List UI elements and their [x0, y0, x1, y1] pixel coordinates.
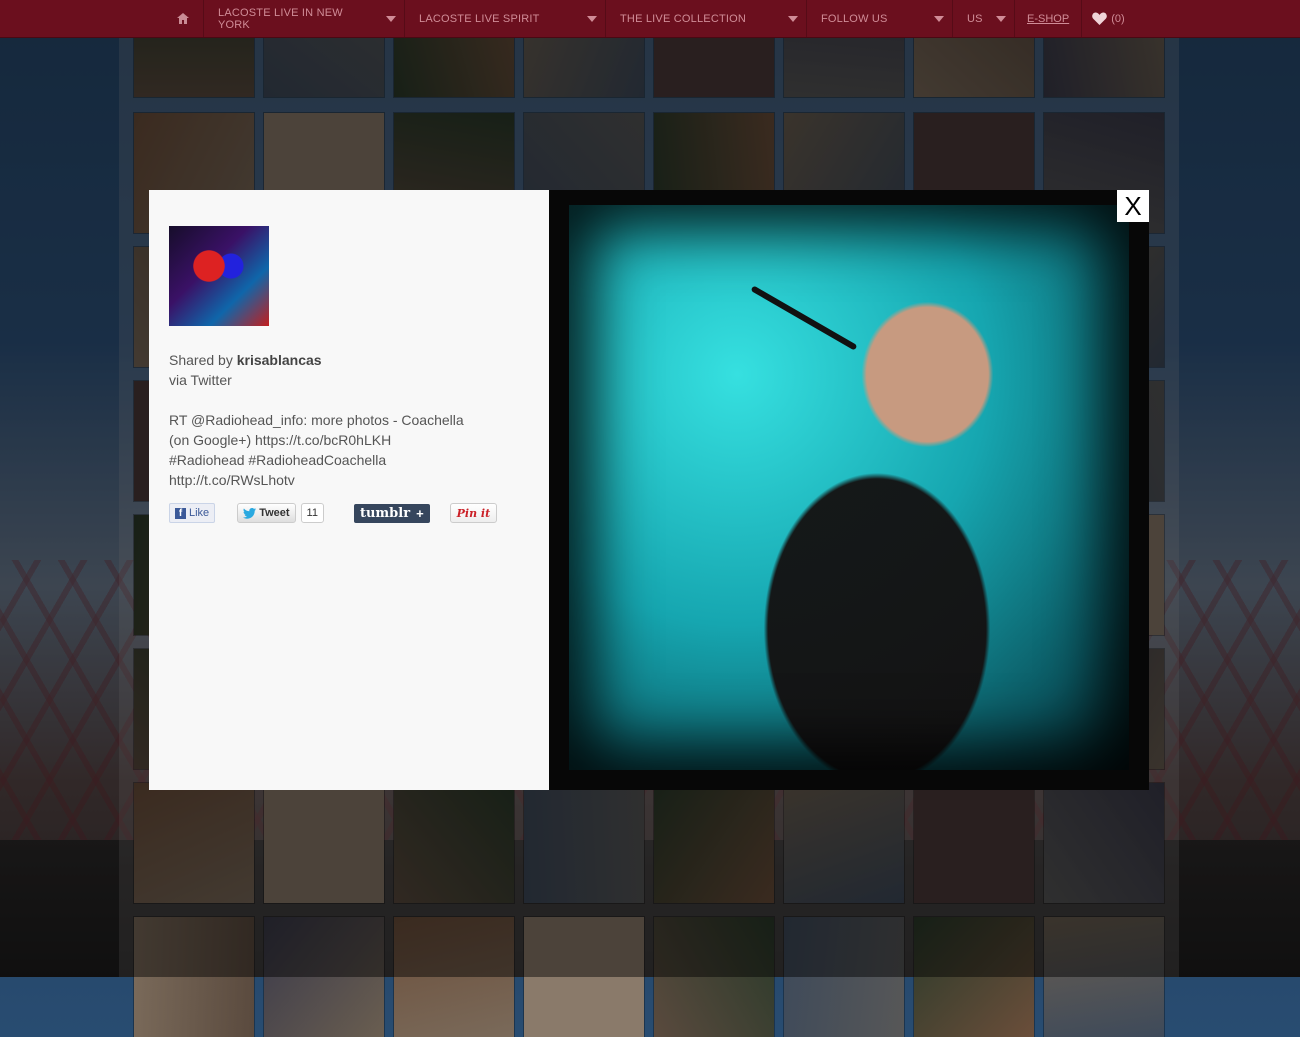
tweet-text: RT @Radiohead_info: more photos - Coache… [169, 410, 499, 490]
photo-modal: Shared by krisablancas via Twitter RT @R… [149, 190, 1149, 790]
shared-by: Shared by krisablancas [169, 350, 499, 370]
favorites-link[interactable]: (0) [1082, 12, 1125, 25]
nav-item-label: FOLLOW US [821, 12, 888, 25]
post-details: Shared by krisablancas via Twitter RT @R… [169, 350, 499, 490]
tweet-line: #Radiohead #RadioheadCoachella [169, 452, 387, 468]
nav-item-us[interactable]: US [953, 0, 1015, 37]
heart-icon [1092, 12, 1107, 25]
facebook-icon: f [175, 507, 186, 519]
share-buttons: f Like Tweet 11 tumblr + Pin it [169, 503, 498, 523]
chevron-down-icon [934, 15, 944, 22]
home-icon[interactable] [163, 0, 204, 37]
tweet-line[interactable]: http://t.co/RWsLhotv [169, 470, 499, 490]
tumblr-label: tumblr [359, 505, 411, 521]
tweet-label: Tweet [259, 507, 290, 519]
username-link[interactable]: krisablancas [237, 352, 322, 368]
chevron-down-icon [587, 15, 597, 22]
chevron-down-icon [788, 15, 798, 22]
nav-item-lacoste-live-spirit[interactable]: LACOSTE LIVE SPIRIT [405, 0, 606, 37]
pinterest-pin-button[interactable]: Pin it [449, 503, 498, 523]
photo-panel [549, 190, 1149, 790]
microphone-shape [750, 285, 858, 351]
nav-item-lacoste-live-new-york[interactable]: LACOSTE LIVE IN NEW YORK [204, 0, 405, 37]
twitter-bird-icon [243, 507, 257, 519]
info-panel: Shared by krisablancas via Twitter RT @R… [149, 190, 549, 790]
tweet-count-badge: 11 [300, 503, 324, 523]
chevron-down-icon [386, 15, 396, 22]
nav-item-label: LACOSTE LIVE SPIRIT [419, 12, 540, 25]
favorites-count: (0) [1111, 12, 1125, 25]
chevron-down-icon [996, 15, 1006, 22]
close-button[interactable]: X [1117, 190, 1149, 222]
top-navbar: LACOSTE LIVE IN NEW YORK LACOSTE LIVE SP… [0, 0, 1300, 38]
eshop-link[interactable]: E-SHOP [1015, 0, 1083, 37]
tumblr-share-button[interactable]: tumblr + [353, 503, 430, 523]
tweet-button[interactable]: Tweet [237, 503, 296, 523]
source-label: via Twitter [169, 372, 232, 388]
shared-by-label: Shared by [169, 352, 233, 368]
like-label: Like [189, 507, 210, 519]
nav-item-follow-us[interactable]: FOLLOW US [807, 0, 953, 37]
plus-icon: + [416, 505, 424, 521]
featured-photo [569, 205, 1129, 770]
nav-item-label: THE LIVE COLLECTION [620, 12, 747, 25]
nav-item-live-collection[interactable]: THE LIVE COLLECTION [606, 0, 807, 37]
avatar[interactable] [169, 226, 269, 326]
tweet-line[interactable]: (on Google+) https://t.co/bcR0hLKH [169, 430, 499, 450]
nav-item-label: US [967, 12, 983, 25]
facebook-like-button[interactable]: f Like [169, 503, 216, 523]
tweet-line: RT @Radiohead_info: more photos - Coache… [169, 412, 464, 428]
nav-item-label: LACOSTE LIVE IN NEW YORK [218, 6, 343, 31]
